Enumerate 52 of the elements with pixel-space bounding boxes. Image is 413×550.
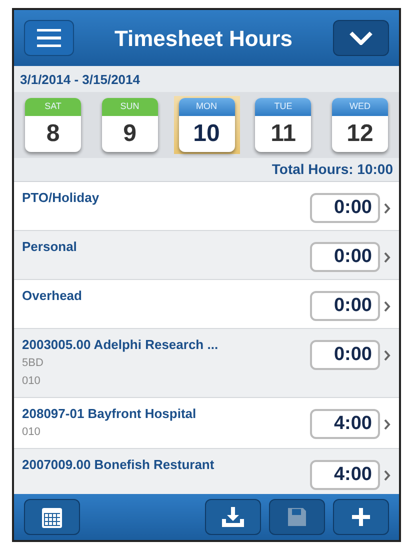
day-tile[interactable]: SAT 8 <box>25 98 81 152</box>
chevron-right-icon <box>384 252 391 262</box>
day-weekday: SUN <box>102 98 158 116</box>
date-range: 3/1/2014 - 3/15/2014 <box>20 72 140 87</box>
day-date: 8 <box>45 119 61 149</box>
day-date: 12 <box>346 119 374 149</box>
hours-field[interactable]: 0:00 <box>310 242 380 272</box>
timesheet-row[interactable]: Personal 0:00 <box>14 231 399 280</box>
chevron-down-icon <box>348 31 373 45</box>
row-detail: 010 <box>22 425 42 440</box>
header-title: Timesheet Hours <box>114 24 293 52</box>
day-tile[interactable]: SUN 9 <box>102 98 158 152</box>
row-title: Personal <box>22 238 77 256</box>
chevron-right-icon <box>384 470 391 480</box>
day-tile[interactable]: WED 12 <box>332 98 388 152</box>
day-weekday: WED <box>332 98 388 116</box>
timesheet-row[interactable]: 2007009.00 Bonefish Resturant 4:00 <box>14 449 399 494</box>
hours-field[interactable]: 0:00 <box>310 291 380 321</box>
row-title: 208097-01 Bayfront Hospital <box>22 405 196 423</box>
chevron-right-icon <box>384 418 391 430</box>
hours-field[interactable]: 4:00 <box>310 460 380 490</box>
chevron-right-icon <box>384 202 391 214</box>
row-title: PTO/Holiday <box>22 189 100 207</box>
row-title: 2007009.00 Bonefish Resturant <box>22 456 214 474</box>
plus-icon <box>351 507 371 527</box>
hours-field[interactable]: 4:00 <box>310 409 380 439</box>
chevron-right-icon <box>384 350 391 360</box>
dropdown-button[interactable] <box>332 20 389 56</box>
menu-icon <box>37 29 61 47</box>
timesheet-row[interactable]: 2003005.00 Adelphi Research ... 5BD 010 0:00 <box>14 329 399 398</box>
day-weekday: SAT <box>25 98 81 116</box>
download-button[interactable] <box>205 499 261 535</box>
download-icon <box>221 506 245 528</box>
row-detail: 010 <box>22 374 42 389</box>
calendar-icon <box>41 505 63 529</box>
day-date: 9 <box>122 119 138 149</box>
day-weekday: TUE <box>255 98 312 116</box>
calendar-button[interactable] <box>24 499 80 535</box>
hours-field[interactable]: 0:00 <box>310 193 380 223</box>
add-button[interactable] <box>333 499 389 535</box>
day-date: 10 <box>192 119 221 149</box>
day-tile[interactable]: MON 10 <box>178 98 234 152</box>
hours-field[interactable]: 0:00 <box>310 340 380 370</box>
row-title: 2003005.00 Adelphi Research ... <box>22 336 218 354</box>
row-detail: 5BD <box>22 356 44 371</box>
menu-button[interactable] <box>24 20 74 56</box>
total-hours: Total Hours: 10:00 <box>272 160 393 179</box>
day-weekday: MON <box>178 98 234 116</box>
row-title: Overhead <box>22 287 82 305</box>
chevron-right-icon <box>384 300 391 312</box>
day-tile[interactable]: TUE 11 <box>255 98 312 152</box>
day-date: 11 <box>270 119 297 149</box>
